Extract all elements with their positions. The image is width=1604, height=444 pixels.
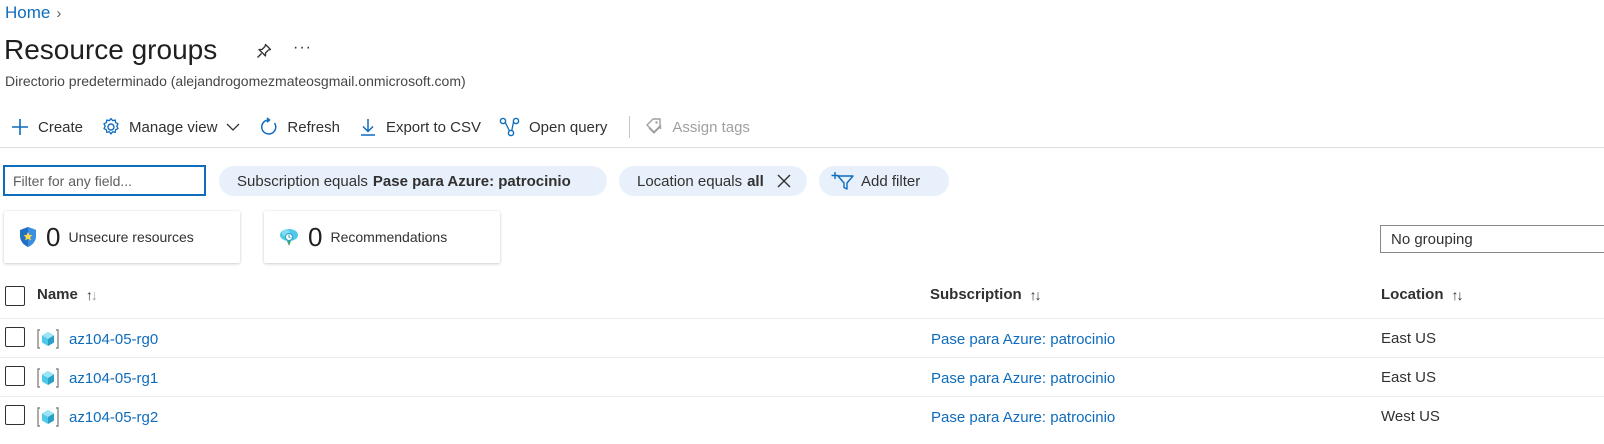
subscription-filter-value: Pase para Azure: patrocinio xyxy=(372,172,571,190)
grouping-select[interactable]: No grouping xyxy=(1380,225,1604,253)
sort-icon[interactable]: ↑↓ xyxy=(1452,287,1464,303)
chevron-down-icon xyxy=(226,123,240,131)
advisor-icon xyxy=(280,229,298,246)
command-bar: Create Manage view Refresh Export to CSV… xyxy=(10,113,768,141)
row-checkbox[interactable] xyxy=(5,327,25,347)
add-filter-label: Add filter xyxy=(861,172,921,190)
open-query-button[interactable]: Open query xyxy=(499,117,607,137)
header-divider xyxy=(0,318,1604,319)
location-filter-pill[interactable]: Location equals all xyxy=(619,166,807,196)
unsecure-label: Unsecure resources xyxy=(68,229,194,245)
gear-icon xyxy=(103,117,119,135)
shield-icon xyxy=(20,227,36,247)
column-header-location[interactable]: Location ↑↓ xyxy=(1381,286,1464,303)
refresh-button[interactable]: Refresh xyxy=(259,117,340,137)
close-icon[interactable] xyxy=(776,173,792,189)
resource-group-link[interactable]: az104-05-rg1 xyxy=(69,370,158,387)
resource-group-icon xyxy=(37,407,59,427)
resource-group-icon xyxy=(37,368,59,388)
subscription-link[interactable]: Pase para Azure: patrocinio xyxy=(931,409,1115,426)
subscription-link[interactable]: Pase para Azure: patrocinio xyxy=(931,331,1115,348)
subscription-filter-prefix: Subscription equals xyxy=(237,172,368,190)
query-icon xyxy=(499,117,520,137)
filter-input[interactable] xyxy=(3,165,206,196)
create-button[interactable]: Create xyxy=(10,117,83,137)
resource-group-icon xyxy=(37,329,59,349)
manage-view-label: Manage view xyxy=(129,118,218,136)
table-row-name: az104-05-rg0 xyxy=(37,328,158,350)
column-location-label: Location xyxy=(1381,286,1444,303)
sort-icon[interactable]: ↑↓ xyxy=(86,287,98,303)
breadcrumb: Home › xyxy=(5,3,61,23)
resource-group-link[interactable]: az104-05-rg2 xyxy=(69,409,158,426)
subscription-link[interactable]: Pase para Azure: patrocinio xyxy=(931,370,1115,387)
location-filter-value: all xyxy=(747,172,764,190)
column-name-label: Name xyxy=(37,286,78,303)
recommendations-label: Recommendations xyxy=(330,229,448,245)
unsecure-count: 0 xyxy=(46,221,61,252)
tag-icon xyxy=(646,118,662,134)
export-csv-button[interactable]: Export to CSV xyxy=(358,117,481,137)
row-checkbox[interactable] xyxy=(5,366,25,386)
plus-icon xyxy=(12,119,28,135)
assign-tags-button[interactable]: Assign tags xyxy=(644,117,750,137)
manage-view-button[interactable]: Manage view xyxy=(101,117,241,137)
column-subscription-label: Subscription xyxy=(930,286,1022,303)
location-filter-prefix: Location equals xyxy=(637,172,743,190)
export-csv-label: Export to CSV xyxy=(385,118,481,136)
column-header-name[interactable]: Name ↑↓ xyxy=(37,286,98,303)
column-header-subscription[interactable]: Subscription ↑↓ xyxy=(930,286,1042,303)
pin-icon[interactable] xyxy=(255,42,273,60)
more-options-icon[interactable]: ··· xyxy=(293,39,312,57)
refresh-label: Refresh xyxy=(287,118,340,136)
breadcrumb-home-link[interactable]: Home xyxy=(5,3,50,23)
location-cell: East US xyxy=(1381,330,1437,347)
sort-icon[interactable]: ↑↓ xyxy=(1030,287,1042,303)
resource-group-link[interactable]: az104-05-rg0 xyxy=(69,331,158,348)
chevron-right-icon: › xyxy=(56,4,62,22)
subscription-filter-pill[interactable]: Subscription equals Pase para Azure: pat… xyxy=(219,166,607,196)
table-row-name: az104-05-rg2 xyxy=(37,406,158,428)
download-icon xyxy=(360,119,375,136)
toolbar-divider xyxy=(0,147,1604,148)
toolbar-separator xyxy=(629,116,631,138)
row-divider xyxy=(0,396,1604,397)
recommendations-count: 0 xyxy=(308,221,323,252)
recommendations-card[interactable]: 0 Recommendations xyxy=(264,211,500,263)
add-filter-button[interactable]: Add filter xyxy=(819,166,949,196)
add-filter-icon xyxy=(831,172,854,190)
page-subtitle: Directorio predeterminado (alejandrogome… xyxy=(5,73,466,89)
row-divider xyxy=(0,357,1604,358)
page-title: Resource groups xyxy=(4,34,218,65)
select-all-checkbox[interactable] xyxy=(5,286,25,306)
location-cell: West US xyxy=(1381,408,1440,425)
row-checkbox[interactable] xyxy=(5,405,25,425)
unsecure-resources-card[interactable]: 0 Unsecure resources xyxy=(4,211,240,263)
location-cell: East US xyxy=(1381,369,1437,386)
refresh-icon xyxy=(261,117,277,135)
open-query-label: Open query xyxy=(529,118,608,136)
assign-tags-label: Assign tags xyxy=(672,118,750,136)
create-label: Create xyxy=(38,118,84,136)
title-actions: ··· xyxy=(255,39,312,60)
table-row-name: az104-05-rg1 xyxy=(37,367,158,389)
